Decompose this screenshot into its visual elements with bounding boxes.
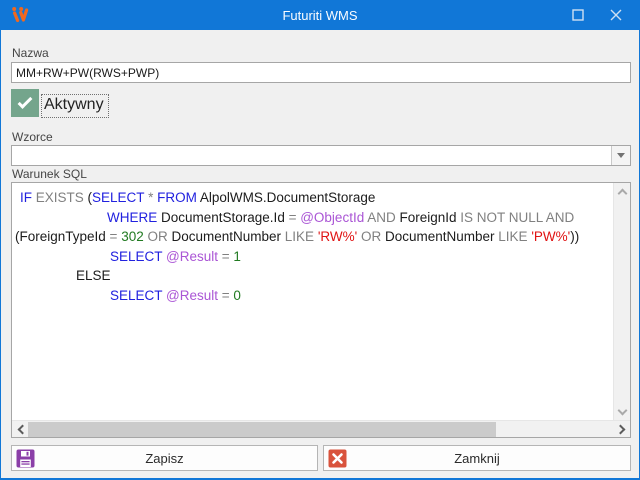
sql-editor[interactable]: IF EXISTS (SELECT * FROM AlpolWMS.Docume…: [11, 182, 631, 438]
floppy-disk-icon: [16, 449, 35, 468]
sql-token: OR: [144, 229, 172, 244]
sql-token: ELSE: [76, 268, 111, 283]
wzorce-input[interactable]: [12, 146, 611, 165]
save-button-label: Zapisz: [145, 451, 183, 466]
sql-token: 1: [233, 249, 241, 264]
sql-line: ELSE: [76, 266, 611, 286]
wzorce-label: Wzorce: [12, 130, 53, 144]
chevron-down-icon: [618, 405, 628, 415]
chevron-down-icon: [617, 153, 625, 158]
sql-token: LIKE: [495, 229, 532, 244]
red-x-icon: [328, 449, 347, 468]
combobox-dropdown-button[interactable]: [611, 146, 630, 165]
sql-token: ForeignId: [399, 210, 456, 225]
sql-token: 'PW%': [531, 229, 570, 244]
sql-token: IF: [20, 190, 32, 205]
aktywny-checkbox[interactable]: [11, 89, 39, 117]
save-button[interactable]: Zapisz: [11, 445, 318, 471]
sql-token: @Result: [162, 288, 221, 303]
sql-token: DocumentNumber: [171, 229, 281, 244]
sql-token: 'RW%': [318, 229, 357, 244]
close-icon: [610, 9, 622, 21]
close-dialog-button[interactable]: Zamknij: [323, 445, 631, 471]
sql-token: SELECT: [110, 288, 162, 303]
window-title: Futuriti WMS: [1, 8, 639, 23]
maximize-button[interactable]: [559, 0, 597, 30]
scroll-up-button[interactable]: [614, 183, 631, 200]
sql-line: (ForeignTypeId = 302 OR DocumentNumber L…: [15, 227, 611, 247]
sql-token: 302: [121, 229, 144, 244]
close-button-label: Zamknij: [454, 451, 500, 466]
sql-line: WHERE DocumentStorage.Id = @ObjectId AND…: [107, 208, 611, 228]
close-button[interactable]: [597, 0, 635, 30]
horizontal-scrollbar[interactable]: [12, 420, 630, 437]
sql-token: =: [110, 229, 122, 244]
titlebar: Futuriti WMS: [1, 0, 639, 30]
sql-token: DocumentNumber: [385, 229, 495, 244]
nazwa-input[interactable]: [11, 62, 631, 83]
sql-token: AND: [364, 210, 399, 225]
sql-token: IS NOT NULL AND: [457, 210, 575, 225]
scroll-right-button[interactable]: [613, 421, 630, 438]
sql-token: DocumentStorage.Id: [157, 210, 288, 225]
sql-token: LIKE: [281, 229, 318, 244]
warunek-sql-label: Warunek SQL: [12, 167, 87, 181]
nazwa-label: Nazwa: [12, 46, 49, 60]
sql-token: (ForeignTypeId: [15, 229, 110, 244]
sql-token: EXISTS: [32, 190, 88, 205]
sql-text-area[interactable]: IF EXISTS (SELECT * FROM AlpolWMS.Docume…: [12, 183, 613, 420]
sql-token: =: [222, 288, 234, 303]
maximize-icon: [572, 9, 584, 21]
sql-token: @ObjectId: [300, 210, 364, 225]
sql-token: FROM: [157, 190, 197, 205]
vertical-scrollbar[interactable]: [613, 183, 630, 420]
chevron-left-icon: [17, 425, 27, 435]
dialog-window: Futuriti WMS Nazwa Aktywny Wzorce W: [0, 0, 640, 480]
sql-token: SELECT: [92, 190, 144, 205]
sql-line: SELECT @Result = 1: [110, 247, 611, 267]
sql-token: WHERE: [107, 210, 157, 225]
scroll-left-button[interactable]: [12, 421, 29, 438]
chevron-right-icon: [615, 425, 625, 435]
scroll-down-button[interactable]: [614, 403, 631, 420]
sql-token: 0: [233, 288, 241, 303]
sql-token: =: [289, 210, 301, 225]
sql-token: )): [570, 229, 579, 244]
sql-line: IF EXISTS (SELECT * FROM AlpolWMS.Docume…: [20, 188, 611, 208]
sql-token: OR: [357, 229, 385, 244]
sql-token: *: [144, 190, 157, 205]
sql-token: @Result: [162, 249, 221, 264]
chevron-up-icon: [618, 188, 628, 198]
checkmark-icon: [18, 94, 33, 109]
scrollbar-thumb[interactable]: [28, 422, 496, 437]
sql-token: =: [222, 249, 234, 264]
sql-token: AlpolWMS.DocumentStorage: [197, 190, 376, 205]
sql-token: SELECT: [110, 249, 162, 264]
aktywny-label[interactable]: Aktywny: [41, 94, 109, 118]
sql-line: SELECT @Result = 0: [110, 286, 611, 306]
wzorce-combobox[interactable]: [11, 145, 631, 166]
